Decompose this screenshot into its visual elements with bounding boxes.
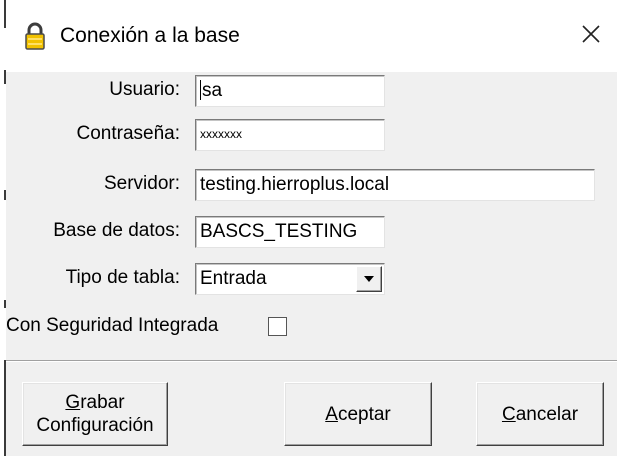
lock-icon [24, 22, 46, 50]
tipo-tabla-label: Tipo de tabla: [65, 267, 180, 288]
close-button[interactable] [566, 14, 616, 58]
tipo-tabla-value: Entrada [200, 268, 267, 289]
text-caret [200, 80, 201, 100]
contrasena-value: xxxxxxx [200, 127, 242, 141]
configuracion-line: Configuración [36, 415, 154, 436]
close-icon [581, 24, 601, 49]
usuario-input[interactable]: sa [195, 75, 385, 107]
servidor-label: Servidor: [103, 173, 180, 194]
grabar-configuracion-button[interactable]: Grabar Configuración [22, 382, 168, 446]
base-datos-input[interactable]: BASCS_TESTING [195, 216, 385, 248]
contrasena-input[interactable]: xxxxxxx [195, 119, 385, 151]
dropdown-button[interactable] [356, 266, 382, 292]
servidor-input[interactable]: testing.hierroplus.local [195, 169, 595, 201]
servidor-value: testing.hierroplus.local [200, 174, 390, 195]
base-datos-label: Base de datos: [53, 220, 180, 241]
cancelar-button[interactable]: Cancelar [476, 382, 604, 446]
seguridad-label: Con Seguridad Integrada [6, 315, 219, 336]
chevron-down-icon [363, 270, 375, 288]
base-datos-value: BASCS_TESTING [200, 221, 358, 242]
dialog-body: Usuario: sa Contraseña: xxxxxxx Servidor… [6, 72, 617, 456]
title-bar: Conexión a la base [6, 0, 617, 72]
usuario-label: Usuario: [109, 79, 180, 100]
grabar-line: Grabar [65, 392, 125, 413]
separator [6, 360, 617, 362]
aceptar-button[interactable]: Aceptar [284, 382, 432, 446]
usuario-value: sa [202, 80, 223, 101]
tipo-tabla-select[interactable]: Entrada [195, 263, 385, 295]
window-title: Conexión a la base [60, 24, 240, 47]
seguridad-checkbox[interactable] [268, 317, 287, 336]
contrasena-label: Contraseña: [76, 123, 180, 144]
